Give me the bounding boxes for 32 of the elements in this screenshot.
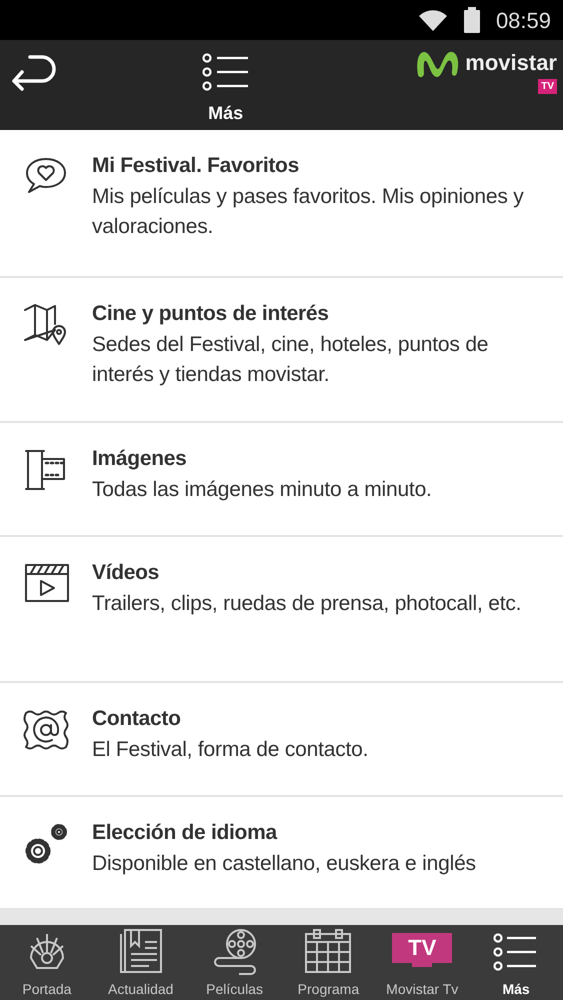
wifi-icon (418, 8, 448, 32)
item-title: Cine y puntos de interés (92, 301, 330, 327)
menu-icon (202, 52, 250, 92)
brand-name: movistar (465, 49, 557, 77)
item-description: Sedes del Festival, cine, hoteles, puntos de interés y tiendas movistar. (92, 332, 490, 388)
item-title: Contacto (92, 706, 182, 732)
clock: 08:59 (496, 6, 551, 34)
item-description: Disponible en castellano, euskera e inglés (92, 850, 476, 876)
tab-item[interactable]: Portada (0, 925, 94, 1000)
item-description: Trailers, clips, ruedas de prensa, photocall, etc. (92, 590, 522, 616)
menu-item[interactable]: Cine y puntos de interés Sedes del Festival, cine, hoteles, puntos de interés y tiendas movistar. (0, 278, 563, 423)
item-title: Vídeos (92, 560, 160, 586)
tv-icon: TV (392, 933, 452, 963)
menu-item[interactable]: Mi Festival. Favoritos Mis películas y pases favoritos. Mis opiniones y valoraciones. (0, 130, 563, 278)
menu-item[interactable]: Vídeos Trailers, clips, ruedas de prensa, photocall, etc. (0, 537, 563, 683)
screen-title: Más (208, 102, 244, 125)
menu-item[interactable]: Contacto El Festival, forma de contacto. (0, 683, 563, 797)
tab-item[interactable]: TV Movistar Tv (375, 925, 470, 1000)
menu-item[interactable]: Imágenes Todas las imágenes minuto a minuto. (0, 423, 563, 537)
tab-item[interactable]: Más (469, 925, 563, 1000)
tab-item[interactable]: Películas (188, 925, 282, 1000)
item-description: El Festival, forma de contacto. (92, 736, 368, 762)
tab-item[interactable]: Programa (281, 925, 376, 1000)
brand-badge: TV (538, 79, 557, 94)
item-title: Imágenes (92, 446, 188, 472)
item-description: Mis películas y pases favoritos. Mis opiniones y valoraciones. (92, 184, 525, 240)
battery-icon (464, 7, 480, 33)
tab-item[interactable]: Actualidad (94, 925, 188, 1000)
item-description: Todas las imágenes minuto a minuto. (92, 476, 432, 502)
item-title: Mi Festival. Favoritos (92, 153, 300, 179)
stand-icon (412, 963, 432, 969)
item-title: Elección de idioma (92, 820, 278, 846)
